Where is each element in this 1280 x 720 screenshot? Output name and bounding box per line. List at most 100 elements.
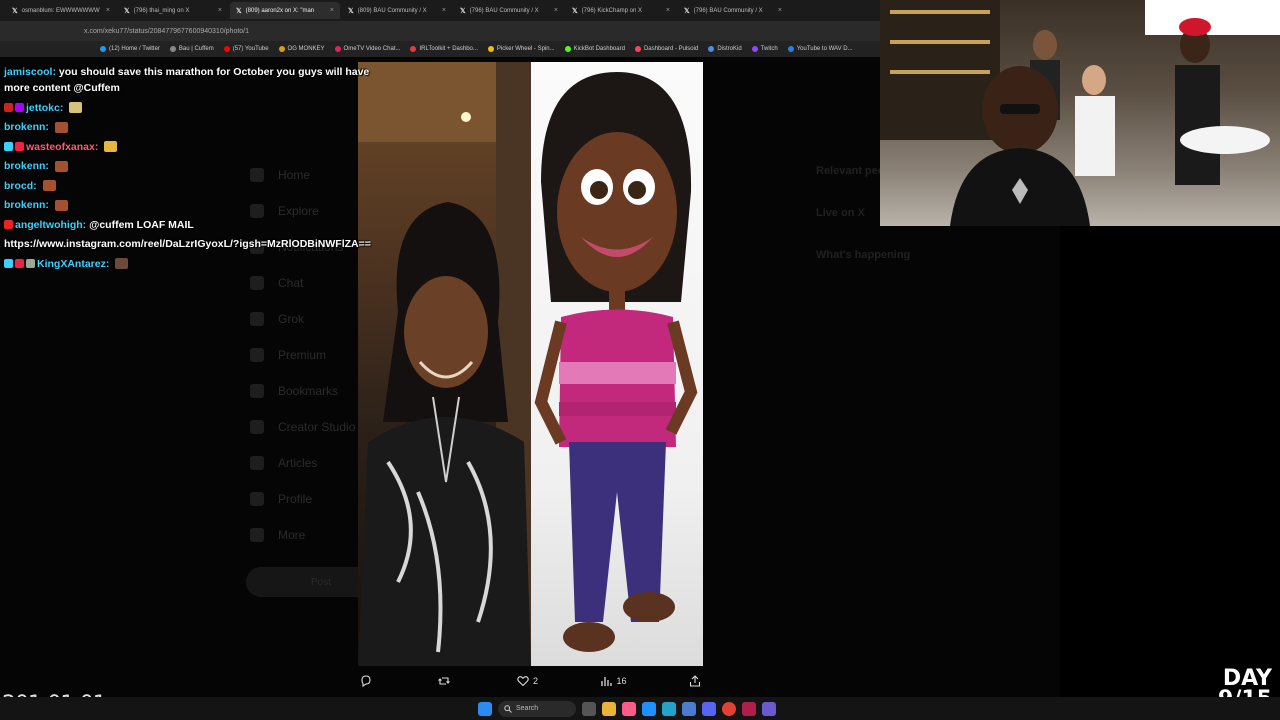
badge-icon [15,142,24,152]
task-view-icon[interactable] [582,701,596,716]
share-button[interactable] [689,675,701,687]
bookmark-favicon-icon [708,46,715,52]
taskbar-icons: Search [478,699,776,718]
chat-message: angeltwohigh: @cuffem LOAF MAIL [4,217,374,233]
file-explorer-icon[interactable] [602,701,616,716]
reply-button[interactable] [360,675,376,687]
ghost-nav-label: Creator Studio [278,420,356,434]
bookmark-favicon-icon [787,46,794,52]
edge-icon[interactable] [662,701,676,716]
ghost-nav-label: Profile [278,492,313,506]
x-logo-icon: 𝕏 [124,7,130,15]
chat-username: brokenn [4,121,46,133]
bookmark-label: Picker Wheel - Spin... [496,46,555,52]
browser-tab[interactable]: 𝕏 (796) KickChamp on X × [566,2,676,19]
emote-icon [54,160,68,172]
bookmark-favicon-icon [634,46,641,52]
chat-message: brocd: [4,178,374,194]
app-icon[interactable] [622,701,636,716]
chat-text: @cuffem LOAF MAIL [89,218,194,231]
taskbar-search[interactable]: Search [498,700,576,717]
bookmark-favicon-icon [564,46,571,52]
bookmark-item[interactable]: Bau | Cuffem [169,46,214,52]
bookmark-item[interactable]: Picker Wheel - Spin... [487,46,555,52]
chat-separator: : [105,257,113,270]
bookmark-item[interactable]: OG MONKEY [278,46,325,52]
x-logo-icon: 𝕏 [236,7,242,15]
emote-icon [54,199,68,211]
chat-username: brocd [4,179,34,192]
x-logo-icon: 𝕏 [348,7,354,15]
app-icon[interactable] [682,701,696,716]
app-icon[interactable] [762,701,776,716]
ghost-nav-label: Articles [278,456,318,470]
browser-tab[interactable]: 𝕏 (809) aaron2x on X: "man × [230,2,340,19]
bookmark-item[interactable]: (12) Home / Twitter [100,46,160,52]
tab-label: osmanblum: EWWWWWWW [21,7,100,14]
chat-message: KingXAntarez: [4,256,374,272]
chat-message: brokenn: [4,197,374,213]
browser-tab[interactable]: 𝕏 (796) BAU Community / X × [454,2,564,19]
bookmark-label: OmeTV Video Chat... [343,46,401,52]
ghost-nav-item: Premium [250,337,355,373]
search-icon [504,704,512,713]
browser-tab-bar: 𝕏osmanblum: EWWWWWWW × 𝕏 (796) thai_ming on… [0,0,880,21]
emote-icon [104,141,118,153]
bookmark-item[interactable]: DistroKid [708,46,742,52]
views-button[interactable]: 16 [600,675,626,687]
like-count: 2 [532,676,538,686]
bookmark-item[interactable]: IRLToolkit + Dashbo... [410,46,478,52]
tab-label: (809) aaron2x on X: "man [245,7,315,14]
close-icon[interactable]: × [106,7,110,14]
nav-icon [250,384,264,398]
bookmark-item[interactable]: (57) YouTube [223,46,269,52]
bookmark-item[interactable]: OmeTV Video Chat... [334,46,401,52]
chrome-icon[interactable] [722,701,736,716]
bookmark-item[interactable]: KickBot Dashboard [564,46,625,52]
taskbar-search-placeholder: Search [516,705,539,712]
person-illustration [358,62,531,666]
bookmark-item[interactable]: Twitch [751,46,778,52]
like-button[interactable]: 2 [517,675,538,687]
windows-start-icon[interactable] [478,701,492,716]
chat-message: wasteofxanax: [4,139,374,155]
app-icon[interactable] [642,701,656,716]
browser-tab[interactable]: 𝕏 (796) BAU Community / X × [678,2,788,19]
browser-tab[interactable]: 𝕏osmanblum: EWWWWWWW × [6,2,116,19]
close-icon[interactable]: × [330,7,334,14]
badge-icon [4,103,13,113]
chat-link[interactable]: https://www.instagram.com/reel/DaLzrIGyo… [4,238,371,250]
badge-icon [4,142,13,152]
bookmark-favicon-icon [278,46,285,52]
nav-icon [250,528,264,542]
chat-username: jamiscool [4,66,53,78]
chat-username: jettokc [26,101,60,114]
close-icon[interactable]: × [554,7,558,14]
browser-tab[interactable]: 𝕏 (796) thai_ming on X × [118,2,228,19]
badge-icon [15,259,24,269]
ghost-nav-item: Articles [250,445,355,481]
app-icon[interactable] [742,701,756,716]
tab-label: (796) KickChamp on X [581,7,643,14]
bookmark-item[interactable]: YouTube to WAV D... [787,46,853,52]
badge-icon [4,220,13,230]
badge-icon [26,259,35,269]
ghost-nav-item: Grok [250,301,355,337]
ghost-nav-label: Premium [278,348,327,362]
browser-tab[interactable]: 𝕏 (809) BAU Community / X × [342,2,452,19]
bookmark-item[interactable]: Dashboard - Pulsoid [634,46,698,52]
app-icon[interactable] [702,701,716,716]
close-icon[interactable]: × [666,7,670,14]
ghost-nav-label: More [278,528,306,542]
media-viewer[interactable] [358,62,703,666]
nav-icon [250,276,264,290]
address-bar[interactable]: x.com/xeku77/status/2084779677600940310/… [0,21,880,41]
repost-button[interactable] [438,675,454,687]
ghost-nav-label: Bookmarks [278,384,339,398]
ghost-nav-item: Profile [250,481,355,517]
close-icon[interactable]: × [778,7,782,14]
chat-username: angeltwohigh [15,218,83,231]
chat-text: you should save this marathon for Octobe… [4,66,370,94]
close-icon[interactable]: × [218,7,222,14]
close-icon[interactable]: × [442,7,446,14]
